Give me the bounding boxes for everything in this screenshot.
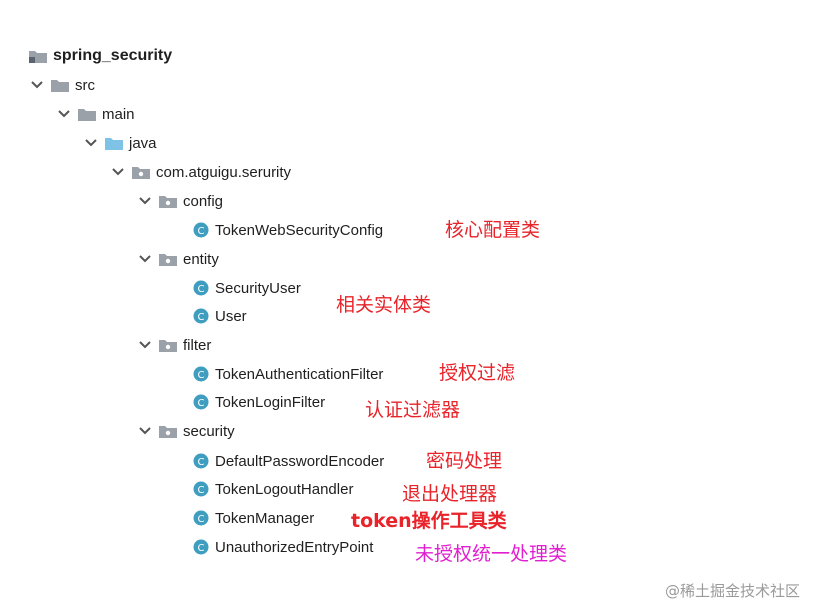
tree-label: security: [183, 422, 235, 440]
source-folder-icon: [104, 135, 124, 151]
tree-item-class[interactable]: C TokenManager: [193, 506, 314, 530]
svg-text:C: C: [198, 485, 205, 496]
svg-text:C: C: [198, 370, 205, 381]
class-label: TokenLoginFilter: [215, 393, 326, 411]
package-icon: [158, 251, 178, 267]
class-label: SecurityUser: [215, 279, 301, 297]
class-icon: C: [193, 539, 209, 555]
tree-item-class[interactable]: C TokenAuthenticationFilter: [193, 362, 383, 386]
annotation-token-manager: token操作工具类: [351, 510, 507, 532]
svg-text:C: C: [198, 457, 205, 468]
package-icon: [158, 337, 178, 353]
chevron-down-icon[interactable]: [111, 165, 125, 179]
tree-item-security[interactable]: security: [138, 419, 235, 443]
tree-item-class[interactable]: C User: [193, 304, 247, 328]
class-icon: C: [193, 366, 209, 382]
class-icon: C: [193, 394, 209, 410]
annotation-unauthorized: 未授权统一处理类: [415, 543, 568, 565]
class-label: TokenManager: [215, 509, 315, 527]
tree-root-item[interactable]: spring_security: [28, 44, 172, 68]
tree-label: com.atguigu.serurity: [156, 163, 292, 181]
tree-item-package[interactable]: com.atguigu.serurity: [111, 160, 291, 184]
chevron-down-icon[interactable]: [138, 194, 152, 208]
package-icon: [158, 193, 178, 209]
folder-icon: [50, 77, 70, 93]
annotation-config: 核心配置类: [445, 219, 541, 241]
svg-text:C: C: [198, 543, 205, 554]
class-icon: C: [193, 222, 209, 238]
tree-label: filter: [183, 336, 212, 354]
chevron-down-icon[interactable]: [138, 252, 152, 266]
tree-item-class[interactable]: C TokenLogoutHandler: [193, 477, 353, 501]
package-icon: [131, 164, 151, 180]
tree-item-class[interactable]: C SecurityUser: [193, 276, 301, 300]
tree-label: java: [129, 134, 157, 152]
tree-label: main: [102, 105, 135, 123]
class-icon: C: [193, 510, 209, 526]
folder-icon: [77, 106, 97, 122]
chevron-down-icon[interactable]: [138, 424, 152, 438]
class-icon: C: [193, 453, 209, 469]
class-label: TokenAuthenticationFilter: [215, 365, 384, 383]
tree-item-class[interactable]: C TokenLoginFilter: [193, 390, 325, 414]
tree-item-config[interactable]: config: [138, 189, 223, 213]
module-folder-icon: [28, 48, 48, 64]
class-label: User: [215, 307, 247, 325]
tree-item-class[interactable]: C UnauthorizedEntryPoint: [193, 535, 373, 559]
class-label: TokenWebSecurityConfig: [215, 221, 384, 239]
annotation-login-filter: 认证过滤器: [365, 399, 461, 421]
watermark: @稀土掘金技术社区: [664, 582, 800, 600]
annotation-auth-filter: 授权过滤: [439, 362, 516, 384]
svg-text:C: C: [198, 284, 205, 295]
tree-label: config: [183, 192, 224, 210]
svg-text:C: C: [198, 312, 205, 323]
annotation-logout: 退出处理器: [402, 483, 498, 505]
tree-label: entity: [183, 250, 219, 268]
annotation-password: 密码处理: [426, 450, 503, 472]
chevron-down-icon[interactable]: [84, 136, 98, 150]
tree-item-class[interactable]: C DefaultPasswordEncoder: [193, 449, 384, 473]
tree-item-main[interactable]: main: [57, 102, 135, 126]
root-label: spring_security: [53, 47, 173, 64]
svg-text:C: C: [198, 226, 205, 237]
class-icon: C: [193, 280, 209, 296]
tree-item-src[interactable]: src: [30, 73, 95, 97]
chevron-down-icon[interactable]: [57, 107, 71, 121]
chevron-down-icon[interactable]: [138, 338, 152, 352]
tree-label: src: [75, 76, 95, 94]
svg-text:C: C: [198, 398, 205, 409]
tree-item-class[interactable]: C TokenWebSecurityConfig: [193, 218, 383, 242]
package-icon: [158, 423, 178, 439]
class-label: UnauthorizedEntryPoint: [215, 538, 374, 556]
svg-text:C: C: [198, 514, 205, 525]
class-icon: C: [193, 481, 209, 497]
class-label: DefaultPasswordEncoder: [215, 452, 385, 470]
class-icon: C: [193, 308, 209, 324]
tree-item-java[interactable]: java: [84, 131, 157, 155]
tree-item-entity[interactable]: entity: [138, 247, 219, 271]
chevron-down-icon[interactable]: [30, 78, 44, 92]
class-label: TokenLogoutHandler: [215, 480, 354, 498]
tree-item-filter[interactable]: filter: [138, 333, 211, 357]
annotation-entity: 相关实体类: [336, 294, 432, 316]
